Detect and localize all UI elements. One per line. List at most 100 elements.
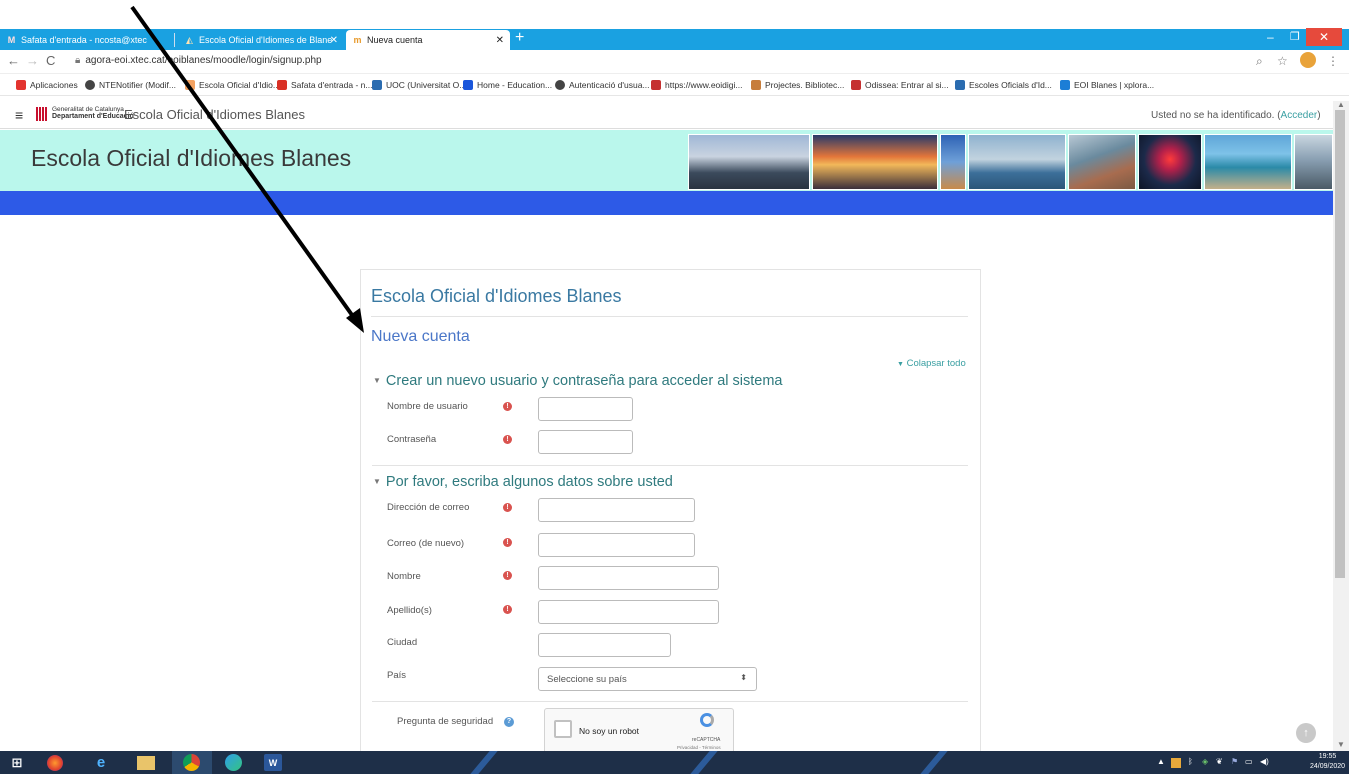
back-icon[interactable]: ← (7, 53, 20, 68)
password-input[interactable] (538, 430, 633, 454)
library-icon (751, 80, 761, 90)
bookmark-item[interactable]: Autenticació d'usua... (555, 80, 650, 90)
minimize-icon[interactable]: – (1267, 30, 1274, 44)
bookmark-item[interactable]: Odissea: Entrar al si... (851, 80, 949, 90)
recaptcha-terms-link[interactable]: Privacidad - Términos (677, 745, 721, 750)
divider (372, 701, 968, 702)
tab-label: Nueva cuenta (367, 35, 423, 45)
tray-up-icon[interactable]: ▲ (1157, 757, 1165, 766)
network-icon[interactable]: ⚑ (1231, 757, 1238, 766)
forward-icon[interactable]: → (26, 53, 39, 68)
gencat-logo-text: Generalitat de Catalunya Departament d'E… (52, 106, 134, 120)
tab-gmail[interactable]: M Safata d'entrada - ncosta@xtec (0, 30, 168, 50)
country-label: País (387, 670, 407, 681)
banner-photo (688, 134, 810, 190)
scroll-down-icon[interactable]: ▼ (1337, 740, 1345, 749)
word-icon[interactable]: W (264, 754, 282, 771)
moodle-icon (185, 80, 195, 90)
bookmark-item[interactable]: Safata d'entrada - n... (277, 80, 372, 90)
bluetooth-icon[interactable]: ᛒ (1188, 757, 1193, 766)
email-input[interactable] (538, 498, 695, 522)
close-tab-icon[interactable]: ✕ (330, 35, 338, 46)
banner-photo (968, 134, 1066, 190)
collapse-all-link[interactable]: ▼ Colapsar todo (897, 358, 966, 369)
close-tab-icon[interactable]: ✕ (496, 35, 504, 46)
section-about-header[interactable]: ▼ Por favor, escriba algunos datos sobre … (373, 474, 673, 490)
back-to-top-icon[interactable]: ↑ (1296, 723, 1316, 743)
email-label: Dirección de correo (387, 502, 470, 513)
star-icon[interactable]: ☆ (1277, 54, 1288, 68)
firstname-label: Nombre (387, 571, 421, 582)
lastname-input[interactable] (538, 600, 719, 624)
bookmark-item[interactable]: NTENotifier (Modif... (85, 80, 176, 90)
banner-photo (1138, 134, 1202, 190)
bookmark-item[interactable]: https://www.eoidigi... (651, 80, 742, 90)
url-field[interactable]: 🔒︎ agora-eoi.xtec.cat/eoiblanes/moodle/lo… (75, 55, 322, 66)
banner-photo (812, 134, 938, 190)
required-icon: ! (503, 605, 512, 614)
username-label: Nombre de usuario (387, 401, 468, 412)
reload-icon[interactable]: C (46, 53, 55, 68)
profile-avatar[interactable] (1300, 52, 1316, 68)
close-window-button[interactable]: ✕ (1306, 28, 1342, 46)
bookmark-item[interactable]: EOI Blanes | xplora... (1060, 80, 1154, 90)
email2-input[interactable] (538, 533, 695, 557)
edge-icon[interactable] (225, 754, 242, 771)
country-select[interactable]: Seleccione su país ⬍ (538, 667, 757, 691)
recaptcha-checkbox[interactable] (554, 720, 572, 738)
file-explorer-icon[interactable] (137, 756, 155, 770)
eoidigital-icon (651, 80, 661, 90)
internet-explorer-icon[interactable]: e (92, 754, 110, 771)
password-label: Contraseña (387, 434, 437, 445)
required-icon: ! (503, 402, 512, 411)
banner-photo (1294, 134, 1333, 190)
bookmark-item[interactable]: Projectes. Bibliotec... (751, 80, 844, 90)
firstname-input[interactable] (538, 566, 719, 590)
bookmark-item[interactable]: Escoles Oficials d'Id... (955, 80, 1052, 90)
zoom-icon[interactable]: ⌕ (1256, 54, 1263, 69)
wifi-icon[interactable]: ❦ (1216, 757, 1223, 766)
login-link[interactable]: Acceder (1281, 110, 1318, 121)
firefox-icon[interactable] (47, 755, 63, 771)
volume-icon[interactable]: ◀) (1260, 757, 1269, 766)
tab-nueva-cuenta[interactable]: m Nueva cuenta ✕ (346, 30, 510, 50)
maximize-icon[interactable]: ❐ (1290, 30, 1300, 43)
tab-eoi[interactable]: ◭ Escola Oficial d'Idiomes de Blane ✕ (178, 30, 344, 50)
site-name-link[interactable]: Escola Oficial d'Idiomes Blanes (124, 107, 305, 122)
banner-photo (1204, 134, 1292, 190)
tab-label: Escola Oficial d'Idiomes de Blane (199, 35, 333, 45)
taskbar-clock[interactable]: 19:55 24/09/2020 (1310, 752, 1345, 772)
select-arrows-icon: ⬍ (740, 673, 747, 682)
bookmark-item[interactable]: Escola Oficial d'Idio... (185, 80, 280, 90)
bookmark-item[interactable]: UOC (Universitat O... (372, 80, 466, 90)
tray-app-icon[interactable] (1171, 758, 1181, 768)
username-input[interactable] (538, 397, 633, 421)
scroll-up-icon[interactable]: ▲ (1337, 100, 1345, 109)
required-icon: ! (503, 503, 512, 512)
menu-kebab-icon[interactable]: ⋮ (1327, 54, 1339, 68)
section-account-header[interactable]: ▼ Crear un nuevo usuario y contraseña par… (373, 373, 782, 389)
recaptcha-text: No soy un robot (579, 726, 640, 736)
battery-icon[interactable]: ▭ (1245, 757, 1253, 766)
scrollbar-thumb[interactable] (1335, 110, 1345, 578)
tray-sync-icon[interactable]: ◈ (1202, 757, 1208, 766)
caret-down-icon: ▼ (897, 361, 904, 368)
caret-down-icon: ▼ (373, 477, 381, 486)
chrome-icon[interactable] (183, 754, 200, 771)
caret-down-icon: ▼ (373, 376, 381, 385)
xplora-icon (1060, 80, 1070, 90)
city-label: Ciudad (387, 637, 418, 648)
help-icon[interactable]: ? (504, 717, 514, 727)
odissea-icon (851, 80, 861, 90)
gmail-icon: M (7, 35, 16, 45)
new-tab-button[interactable]: + (515, 29, 524, 47)
hamburger-menu-icon[interactable]: ≡ (15, 107, 23, 123)
city-input[interactable] (538, 633, 671, 657)
gmail-icon (277, 80, 287, 90)
windows-start-icon[interactable]: ⊞ (8, 754, 26, 771)
bookmark-item[interactable]: Home - Education... (463, 80, 552, 90)
apps-grid-icon (16, 80, 26, 90)
email2-label: Correo (de nuevo) (387, 538, 465, 549)
bookmark-apps[interactable]: Aplicaciones (16, 80, 78, 90)
education-icon (463, 80, 473, 90)
